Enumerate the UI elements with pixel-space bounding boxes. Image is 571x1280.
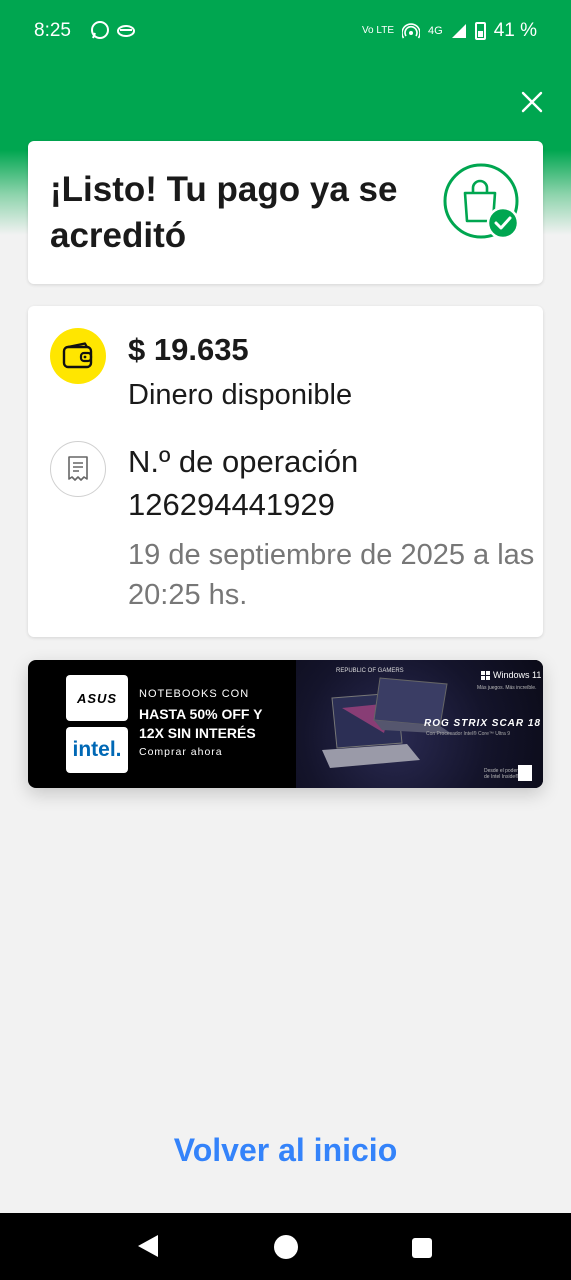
receipt-icon: [50, 441, 106, 497]
windows-icon: [481, 670, 490, 680]
battery-icon: [474, 22, 486, 40]
windows-tagline: Más juegos. Más increíble.: [477, 685, 537, 691]
wallet-icon: [50, 328, 106, 384]
payment-details-card: $ 19.635 Dinero disponible N.º de operac…: [28, 306, 543, 637]
promo-banner[interactable]: ASUS intel. NOTEBOOKS CON HASTA 50% OFF …: [28, 660, 543, 788]
back-to-home-link[interactable]: Volver al inicio: [0, 1132, 571, 1169]
system-navigation-bar: [0, 1213, 571, 1280]
promo-cta: Comprar ahora: [139, 746, 223, 758]
hotspot-icon: [402, 23, 420, 39]
available-amount-label: Dinero disponible: [128, 379, 353, 411]
confirmation-card: ¡Listo! Tu pago ya se acreditó: [28, 141, 543, 284]
close-icon[interactable]: [516, 86, 548, 118]
signal-icon: [451, 24, 466, 38]
intel-badge-icon: [518, 765, 532, 781]
network-type: 4G: [428, 25, 443, 37]
laptop-model: ROG STRIX SCAR 18: [424, 718, 542, 729]
battery-level: 41 %: [493, 20, 537, 41]
confirmation-title: ¡Listo! Tu pago ya se acreditó: [50, 170, 398, 255]
shopping-bag-check-icon: [443, 163, 520, 240]
nav-recent-apps-icon[interactable]: [412, 1238, 432, 1258]
nav-home-icon[interactable]: [274, 1235, 298, 1259]
laptop-processor: Con Procesador Intel® Core™ Ultra 9: [426, 731, 510, 737]
operation-number: 126294441929: [128, 487, 335, 522]
windows-brand: Windows 11: [481, 670, 541, 680]
volte-indicator: Vo LTE: [361, 25, 394, 36]
promo-eyebrow: NOTEBOOKS CON: [139, 688, 250, 700]
mate-icon: [117, 25, 135, 37]
status-indicators: Vo LTE 4G 41 %: [362, 20, 537, 42]
intel-logo: intel.: [66, 727, 128, 773]
windows-label: Windows 11: [493, 670, 542, 680]
asus-logo: ASUS: [66, 675, 128, 721]
laptop-image: REPUBLIC OF GAMERS Windows 11 Más juegos…: [296, 660, 543, 788]
promo-headline: HASTA 50% OFF Y 12X SIN INTERÉS: [139, 706, 263, 741]
notification-icons: [90, 20, 136, 40]
status-bar: 8:25 Vo LTE 4G 41 %: [0, 0, 571, 62]
available-amount: $ 19.635: [128, 332, 249, 367]
nav-back-icon[interactable]: [136, 1233, 160, 1259]
status-time: 8:25: [34, 20, 71, 41]
operation-label: N.º de operación: [128, 444, 359, 479]
whatsapp-icon: [91, 21, 109, 39]
operation-date: 19 de septiembre de 2025 a las 20:25 hs.: [128, 539, 535, 611]
